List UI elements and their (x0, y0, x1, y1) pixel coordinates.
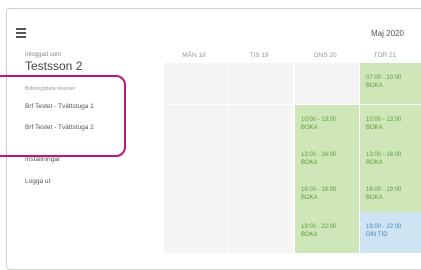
booking-slot[interactable]: 16:00 - 19:00 BOKA (360, 175, 421, 216)
empty-slot (229, 175, 293, 216)
slot-time: 10:00 - 13:00 (301, 117, 337, 123)
hamburger-menu-icon[interactable] (16, 28, 26, 38)
slot-time: 16:00 - 19:00 (366, 187, 402, 193)
slot-book-label: BOKA (301, 195, 318, 201)
slot-book-label: BOKA (366, 83, 383, 89)
month-label: Maj 2020 (371, 29, 404, 38)
highlight-annotation-frame (0, 75, 126, 157)
empty-slot (164, 175, 228, 216)
own-booking-slot[interactable]: 19:00 - 22:00 DIN TID (360, 212, 421, 253)
booking-slot[interactable]: 19:00 - 22:00 BOKA (295, 212, 359, 253)
empty-slot (229, 63, 293, 104)
slot-time: 10:00 - 13:00 (366, 117, 402, 123)
day-header-tue: TIS 19 (249, 52, 269, 59)
settings-link[interactable]: Inställningar (25, 156, 60, 163)
slot-book-label: BOKA (301, 232, 318, 238)
slot-own-label: DIN TID (366, 232, 388, 238)
booking-slot[interactable]: 16:00 - 19:00 BOKA (295, 175, 359, 216)
slot-book-label: BOKA (301, 125, 318, 131)
empty-slot (229, 212, 293, 253)
day-header-thu: TOR 21 (373, 52, 397, 59)
slot-time: 16:00 - 19:00 (301, 187, 337, 193)
username: Testsson 2 (25, 59, 83, 73)
slot-time: 19:00 - 22:00 (366, 224, 402, 230)
booking-slot[interactable]: 07:00 - 10:00 BOKA (360, 63, 421, 104)
empty-slot (164, 63, 228, 104)
day-header-wed: ONS 20 (313, 52, 337, 59)
slot-book-label: BOKA (366, 160, 383, 166)
slot-time: 07:00 - 10:00 (366, 75, 402, 81)
slot-time: 13:00 - 16:00 (301, 152, 337, 158)
slot-book-label: BOKA (366, 195, 383, 201)
empty-slot (164, 212, 228, 253)
slot-book-label: BOKA (301, 160, 318, 166)
slot-time: 13:00 - 16:00 (366, 152, 402, 158)
logged-in-label: Inloggad som (25, 52, 62, 58)
slot-book-label: BOKA (366, 125, 383, 131)
slot-time: 19:00 - 22:00 (301, 224, 337, 230)
empty-slot (295, 63, 359, 104)
logout-link[interactable]: Logga ut (25, 178, 50, 185)
day-header-mon: MÅN 18 (182, 52, 206, 59)
